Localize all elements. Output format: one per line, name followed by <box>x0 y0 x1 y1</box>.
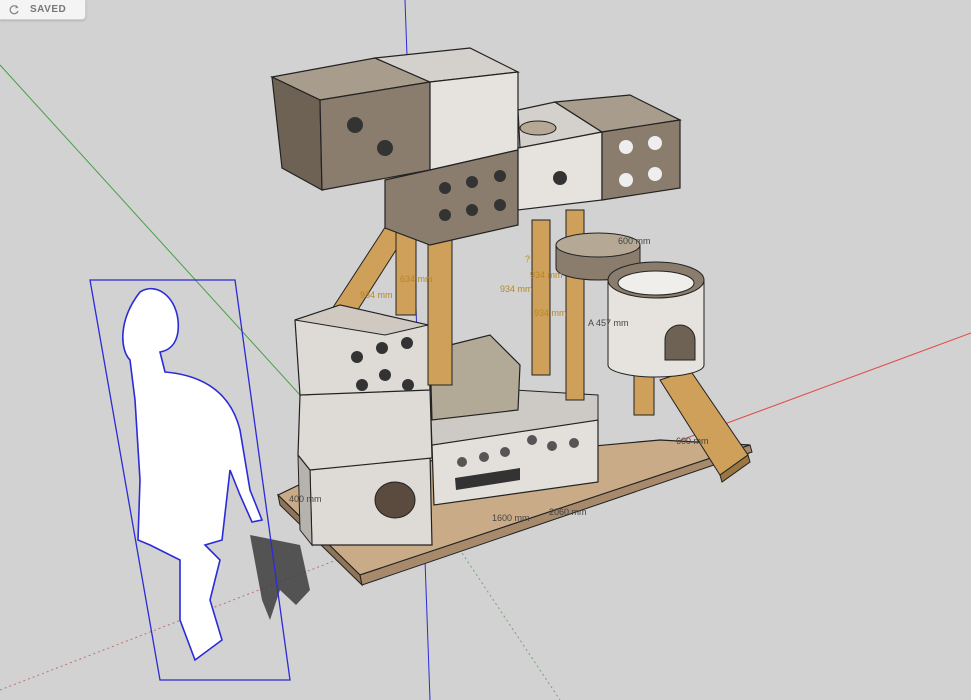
3d-viewport[interactable]: 400 mm 1600 mm 2060 mm 600 mm 634 mm 934… <box>0 0 971 700</box>
dim-depth: 400 mm <box>289 494 322 504</box>
dim-post-b: 934 mm <box>360 290 393 300</box>
upper-box-left[interactable] <box>294 304 431 396</box>
dim-bowl-dia: 600 mm <box>618 236 651 246</box>
dim-ramp: 600 mm <box>676 436 709 446</box>
top-box-left[interactable] <box>270 57 433 192</box>
dim-post-c: 934 mm <box>500 284 533 294</box>
dim-post-a: 634 mm <box>400 274 433 284</box>
middle-box-left[interactable] <box>297 387 433 471</box>
dim-post-q: ? <box>525 254 530 264</box>
dim-inner-width: 1600 mm <box>492 513 530 523</box>
hole <box>374 481 416 519</box>
dim-bowl-radius: A 457 mm <box>588 318 629 328</box>
scale-figure[interactable] <box>89 279 291 681</box>
dim-post-e: 934 mm <box>534 308 567 318</box>
dim-total-width: 2060 mm <box>549 507 587 517</box>
dim-post-d: 934 mm <box>530 270 563 280</box>
